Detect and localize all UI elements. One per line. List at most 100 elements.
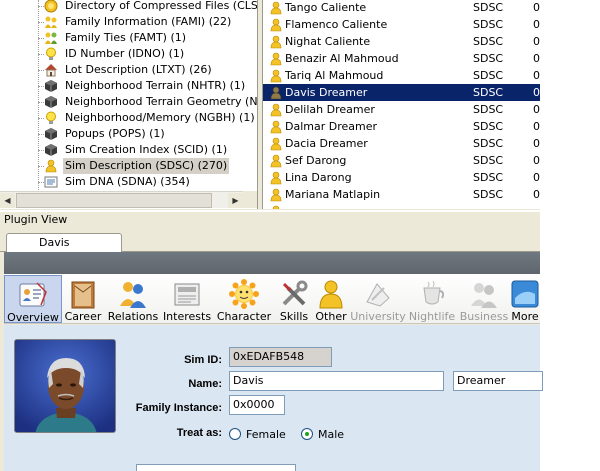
list-item-instance: 0 bbox=[533, 171, 540, 184]
sim-icon bbox=[269, 171, 282, 185]
list-item[interactable]: Dalmar Dreamer SDSC 0 bbox=[263, 118, 540, 135]
list-item-type: SDSC bbox=[473, 188, 504, 201]
family-instance-field[interactable]: 0x0000 bbox=[229, 395, 285, 415]
toolbar-button-label: Overview bbox=[7, 311, 59, 324]
toolbar-skills-button[interactable]: Skills bbox=[276, 275, 312, 323]
toolbar-more-button[interactable]: More bbox=[510, 275, 540, 323]
tree-item-label[interactable]: Sim Description (SDSC) (270) bbox=[63, 158, 230, 174]
tree-item-label[interactable]: Neighborhood Terrain Geometry (NHTG) bbox=[63, 94, 257, 110]
list-item-type: SDSC bbox=[473, 103, 504, 116]
tree-connector-branch bbox=[38, 118, 44, 119]
tree-item-label[interactable]: Neighborhood Terrain (NHTR) (1) bbox=[63, 78, 247, 94]
tree-item-label[interactable]: Sim Creation Index (SCID) (1) bbox=[63, 142, 229, 158]
list-item[interactable]: Lina Darong SDSC 0 bbox=[263, 169, 540, 186]
tree-connector-branch bbox=[38, 150, 44, 151]
tree-item-label[interactable]: Lot Description (LTXT) (26) bbox=[63, 62, 214, 78]
toolbar-university-button[interactable]: University bbox=[350, 275, 406, 323]
toolbar-nightlife-button[interactable]: Nightlife bbox=[408, 275, 456, 323]
toolbar-character-button[interactable]: Character bbox=[214, 275, 274, 323]
sim-portrait bbox=[14, 339, 116, 433]
toolbar-button-label: More bbox=[511, 310, 539, 323]
house-icon bbox=[44, 63, 58, 77]
toolbar-other-button[interactable]: Other bbox=[312, 275, 350, 323]
tree-item-label[interactable]: Popups (POPS) (1) bbox=[63, 126, 167, 142]
sim-icon bbox=[269, 137, 282, 151]
list-item-instance: 0 bbox=[533, 188, 540, 201]
interests-icon bbox=[171, 278, 203, 310]
resource-list[interactable]: Tango Caliente SDSC 0 Flamenco Caliente SDSC… bbox=[262, 0, 540, 209]
list-item-name: Benazir Al Mahmoud bbox=[285, 52, 399, 65]
university-icon bbox=[362, 278, 394, 310]
tree-item-label[interactable]: ID Number (IDNO) (1) bbox=[63, 46, 186, 62]
tree-item-label[interactable]: Family Information (FAMI) (22) bbox=[63, 14, 233, 30]
sim-id-field[interactable]: 0xEDAFB548 bbox=[229, 347, 332, 367]
list-item-instance: 0 bbox=[533, 69, 540, 82]
list-item[interactable]: Sef Darong SDSC 0 bbox=[263, 152, 540, 169]
list-item-name: Dalmar Dreamer bbox=[285, 120, 378, 133]
tab-davis-dreamer[interactable]: Davis Dreamer bbox=[6, 233, 122, 267]
treat-as-label: Treat as: bbox=[176, 427, 222, 439]
coin-icon bbox=[44, 0, 58, 13]
female-radio[interactable] bbox=[229, 428, 241, 440]
list-item-type: SDSC bbox=[473, 154, 504, 167]
list-item[interactable]: Flamenco Caliente SDSC 0 bbox=[263, 16, 540, 33]
overview-icon bbox=[17, 279, 49, 311]
list-item[interactable]: Benazir Al Mahmoud SDSC 0 bbox=[263, 50, 540, 67]
list-item-name: Dacia Dreamer bbox=[285, 137, 368, 150]
tree-item[interactable]: Directory of Compressed Files (CLST) bbox=[0, 0, 257, 14]
list-item[interactable]: Nighat Caliente SDSC 0 bbox=[263, 33, 540, 50]
list-item[interactable]: Tango Caliente SDSC 0 bbox=[263, 0, 540, 16]
tree-connector-branch bbox=[38, 166, 44, 167]
list-item[interactable]: Dacia Dreamer SDSC 0 bbox=[263, 135, 540, 152]
sim-icon bbox=[269, 154, 282, 168]
list-item-type: SDSC bbox=[473, 52, 504, 65]
name-label: Name: bbox=[188, 378, 222, 390]
tree-item-label[interactable]: Directory of Compressed Files (CLST) bbox=[63, 0, 257, 14]
package-icon bbox=[44, 127, 58, 141]
scrollbar-thumb[interactable] bbox=[16, 193, 212, 208]
resource-tree[interactable]: Directory of Compressed Files (CLST) Fami… bbox=[0, 0, 258, 209]
list-item[interactable]: Davis Dreamer SDSC 0 bbox=[263, 84, 540, 101]
toolbar-relations-button[interactable]: Relations bbox=[106, 275, 160, 323]
last-name-field[interactable]: Dreamer bbox=[453, 371, 543, 391]
list-item-instance: 0 bbox=[533, 18, 540, 31]
sim-icon bbox=[269, 205, 281, 209]
list-item[interactable]: Delilah Dreamer SDSC 0 bbox=[263, 101, 540, 118]
list-item[interactable]: Mariana Matlapin SDSC 0 bbox=[263, 186, 540, 203]
list-item-type: SDSC bbox=[473, 171, 504, 184]
first-name-field[interactable]: Davis bbox=[229, 371, 444, 391]
tree-connector-branch bbox=[38, 70, 44, 71]
tree-horizontal-scrollbar[interactable]: ◀ ▶ bbox=[0, 191, 243, 208]
list-item-partial[interactable] bbox=[263, 203, 540, 209]
tree-item-label[interactable]: Neighborhood/Memory (NGBH) (1) bbox=[63, 110, 257, 126]
female-radio-label[interactable]: Female bbox=[246, 428, 286, 441]
list-item-type: SDSC bbox=[473, 120, 504, 133]
lightbulb-icon bbox=[44, 47, 58, 61]
list-item-instance: 0 bbox=[533, 1, 540, 14]
toolbar-overview-button[interactable]: Overview bbox=[4, 275, 62, 323]
package-icon bbox=[44, 143, 58, 157]
package-icon bbox=[44, 95, 58, 109]
dna-icon bbox=[44, 175, 58, 189]
tree-connector-branch bbox=[38, 38, 44, 39]
toolbar-business-button[interactable]: Business bbox=[458, 275, 510, 323]
lightbulb-icon bbox=[44, 111, 58, 125]
list-item[interactable]: Tariq Al Mahmoud SDSC 0 bbox=[263, 67, 540, 84]
toolbar-interests-button[interactable]: Interests bbox=[160, 275, 214, 323]
sim-icon bbox=[269, 18, 282, 32]
tree-item-label[interactable]: Family Ties (FAMT) (1) bbox=[63, 30, 188, 46]
sim-editor-toolbar: Overview Career Relations Interests Characte… bbox=[4, 274, 540, 324]
partial-dropdown[interactable] bbox=[136, 464, 296, 471]
scroll-left-arrow-icon[interactable]: ◀ bbox=[0, 193, 15, 208]
female-radio-option[interactable]: Female bbox=[229, 428, 309, 442]
family-icon bbox=[44, 15, 58, 29]
list-item-type: SDSC bbox=[473, 35, 504, 48]
list-item-instance: 0 bbox=[533, 103, 540, 116]
male-radio-option[interactable]: Male bbox=[301, 428, 381, 442]
scroll-right-arrow-icon[interactable]: ▶ bbox=[228, 193, 243, 208]
toolbar-career-button[interactable]: Career bbox=[62, 275, 104, 323]
male-radio[interactable] bbox=[301, 428, 313, 440]
male-radio-label[interactable]: Male bbox=[318, 428, 344, 441]
sim-dark-icon bbox=[269, 86, 282, 100]
tree-item-label[interactable]: Sim DNA (SDNA) (354) bbox=[63, 174, 192, 190]
